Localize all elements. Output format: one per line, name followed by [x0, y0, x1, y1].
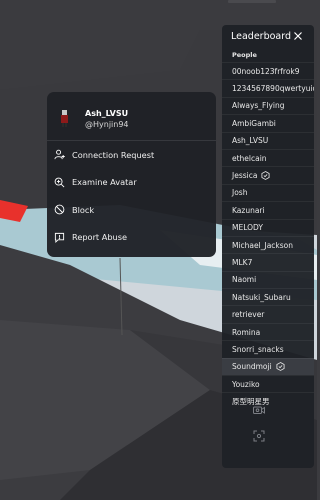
- leaderboard-row[interactable]: Romina: [222, 322, 314, 340]
- player-name: Jessica: [232, 171, 258, 181]
- examine-icon: [54, 177, 65, 188]
- player-popup: Ash_LVSU @Hynjin94 Connection Request Ex…: [47, 92, 216, 257]
- leaderboard-row[interactable]: Natsuki_Subaru: [222, 288, 314, 305]
- add-friend-icon: [54, 149, 65, 160]
- player-name: Ash_LVSU: [232, 136, 269, 146]
- connection-request-label: Connection Request: [72, 149, 155, 160]
- leaderboard-row[interactable]: Josh: [222, 183, 314, 201]
- report-abuse-label: Report Abuse: [72, 232, 128, 243]
- player-name: MELODY: [232, 223, 263, 233]
- leaderboard-row[interactable]: Jessica: [222, 166, 314, 183]
- player-name: retriever: [232, 310, 265, 320]
- leaderboard-row[interactable]: 原型明星男: [222, 392, 314, 409]
- player-name: 1234567890qwertyuiop: [232, 84, 314, 94]
- leaderboard-row[interactable]: Soundmoji: [222, 357, 314, 376]
- leaderboard-row[interactable]: 1234567890qwertyuiop: [222, 79, 314, 96]
- voice-chat-icon[interactable]: [252, 403, 266, 417]
- player-name: Naomi: [232, 275, 257, 285]
- player-name: Soundmoji: [232, 362, 272, 372]
- leaderboard-row[interactable]: 00noob123frfrok9: [222, 62, 314, 79]
- player-name: ethelcain: [232, 153, 267, 163]
- leaderboard-title: Leaderboard: [231, 30, 292, 42]
- player-name: Snorri_snacks: [232, 344, 284, 354]
- leaderboard-row[interactable]: ethelcain: [222, 148, 314, 166]
- player-name: MLK7: [232, 257, 253, 267]
- player-name: Michael_Jackson: [232, 240, 293, 250]
- examine-avatar-label: Examine Avatar: [72, 177, 137, 188]
- leaderboard-row[interactable]: Ash_LVSU: [222, 131, 314, 149]
- player-name: Josh: [232, 188, 248, 198]
- leaderboard-row[interactable]: AmbiGambi: [222, 114, 314, 131]
- leaderboard-row[interactable]: Always_Flying: [222, 96, 314, 114]
- leaderboard-row[interactable]: MELODY: [222, 218, 314, 236]
- block-icon: [54, 204, 65, 215]
- player-name: Romina: [232, 327, 261, 337]
- verified-badge-icon: [276, 362, 285, 372]
- player-header: Ash_LVSU @Hynjin94: [47, 92, 216, 141]
- leaderboard-row[interactable]: Naomi: [222, 270, 314, 288]
- player-name: Youziko: [232, 379, 260, 389]
- player-name: AmbiGambi: [232, 118, 276, 128]
- leaderboard-row[interactable]: MLK7: [222, 253, 314, 270]
- report-abuse-button[interactable]: Report Abuse: [47, 224, 216, 252]
- leaderboard-header: Leaderboard: [222, 25, 314, 47]
- avatar[interactable]: [56, 108, 74, 128]
- leaderboard-row[interactable]: retriever: [222, 305, 314, 322]
- player-list: 00noob123frfrok9 1234567890qwertyuiop Alwa…: [222, 62, 314, 410]
- player-name: Natsuki_Subaru: [232, 292, 291, 302]
- examine-avatar-button[interactable]: Examine Avatar: [47, 169, 216, 197]
- verified-badge-icon: [261, 171, 270, 180]
- player-display-name: Ash_LVSU: [85, 109, 129, 118]
- people-section-label: People: [232, 51, 257, 59]
- player-username: @Hynjin94: [85, 120, 129, 129]
- leaderboard-row[interactable]: Kazunari: [222, 201, 314, 218]
- leaderboard-row[interactable]: Youziko: [222, 375, 314, 392]
- report-icon: [54, 232, 65, 243]
- player-name: 00noob123frfrok9: [232, 66, 300, 76]
- leaderboard-tools: [252, 403, 268, 455]
- fullscreen-icon[interactable]: [252, 429, 266, 443]
- connection-request-button[interactable]: Connection Request: [47, 141, 216, 169]
- block-label: Block: [72, 204, 95, 215]
- leaderboard-panel: Leaderboard People 00noob123frfrok9 12345…: [222, 25, 314, 468]
- close-icon[interactable]: [292, 30, 304, 42]
- leaderboard-row[interactable]: Snorri_snacks: [222, 340, 314, 357]
- block-button[interactable]: Block: [47, 196, 216, 224]
- player-name: Always_Flying: [232, 101, 285, 111]
- player-name: Kazunari: [232, 205, 265, 215]
- leaderboard-row[interactable]: Michael_Jackson: [222, 235, 314, 253]
